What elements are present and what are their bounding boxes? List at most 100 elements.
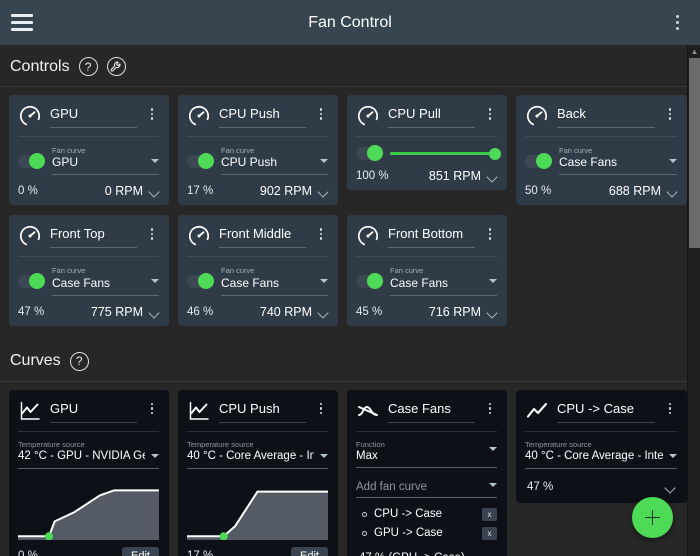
rpm-expander[interactable]: 851 RPM <box>429 169 497 183</box>
fan-curve-select[interactable]: Fan curve Case Fans <box>52 266 159 296</box>
enable-toggle[interactable] <box>187 152 214 169</box>
enable-toggle[interactable] <box>356 145 383 161</box>
function-select[interactable]: Function Max <box>356 432 497 468</box>
control-card[interactable]: Front Middle Fan curve Case Fans 46 % 74… <box>178 215 338 326</box>
chevron-down-icon[interactable] <box>487 309 497 315</box>
chevron-down-icon[interactable] <box>665 484 675 490</box>
card-menu-icon[interactable] <box>663 104 677 120</box>
control-card-wrapper: Back Fan curve Case Fans 50 % 688 RPM <box>507 95 687 215</box>
card-title-wrap: Front Top <box>50 224 137 249</box>
rpm-expander[interactable]: 0 RPM <box>105 184 159 198</box>
rpm-expander[interactable]: 716 RPM <box>429 305 497 319</box>
fan-curve-select[interactable]: Fan curve CPU Push <box>221 146 328 176</box>
card-menu-icon[interactable] <box>314 224 328 241</box>
chevron-down-icon[interactable] <box>487 173 497 179</box>
chevron-down-icon[interactable] <box>149 188 159 194</box>
chevron-down-icon[interactable] <box>318 309 328 315</box>
control-card[interactable]: Front Top Fan curve Case Fans 47 % 775 R… <box>9 215 169 326</box>
chevron-down-icon[interactable] <box>151 453 159 458</box>
chevron-down-icon[interactable] <box>667 188 677 194</box>
edit-button[interactable]: Edit <box>291 546 328 556</box>
scroll-up-arrow-icon[interactable]: ▲ <box>688 45 700 58</box>
line-chart-axes-icon <box>189 401 209 420</box>
toggle-knob <box>198 272 214 289</box>
rpm-expander[interactable]: 688 RPM <box>609 184 677 198</box>
card-menu-icon[interactable] <box>314 104 328 120</box>
curve-card[interactable]: Case Fans Function Max Add fan curve CPU… <box>347 389 507 556</box>
chevron-down-icon[interactable] <box>151 278 159 283</box>
chevron-down-icon[interactable] <box>151 158 159 163</box>
enable-toggle[interactable] <box>18 152 45 169</box>
control-card[interactable]: Front Bottom Fan curve Case Fans 45 % 71… <box>347 215 507 326</box>
add-fan-curve-select[interactable]: Add fan curve <box>356 474 497 498</box>
temperature-source-select[interactable]: Temperature source 42 °C - GPU - NVIDIA … <box>18 432 159 469</box>
rpm-expander[interactable]: 740 RPM <box>260 305 328 319</box>
chevron-down-icon[interactable] <box>318 188 328 194</box>
card-menu-icon[interactable] <box>145 399 159 415</box>
remove-button[interactable]: x <box>482 526 497 540</box>
speed-slider[interactable] <box>390 147 501 160</box>
card-menu-icon[interactable] <box>663 399 677 415</box>
curve-card[interactable]: CPU -> Case Temperature source 40 °C - C… <box>516 389 687 503</box>
chevron-down-icon[interactable] <box>320 158 328 163</box>
curve-card[interactable]: GPU Temperature source 42 °C - GPU - NVI… <box>9 389 169 556</box>
card-title-wrap: Back <box>557 104 655 128</box>
enable-toggle[interactable] <box>525 152 552 169</box>
add-button[interactable] <box>632 497 673 538</box>
hamburger-menu-icon[interactable] <box>0 0 44 45</box>
control-card[interactable]: CPU Push Fan curve CPU Push 17 % 902 RPM <box>178 95 338 206</box>
card-menu-icon[interactable] <box>145 224 159 241</box>
scrollbar-thumb[interactable] <box>689 58 700 248</box>
enable-toggle[interactable] <box>356 272 383 289</box>
chevron-down-icon[interactable] <box>669 453 677 458</box>
temperature-source-select[interactable]: Temperature source 40 °C - Core Average … <box>187 432 328 469</box>
chevron-down-icon[interactable] <box>489 447 497 452</box>
chevron-down-icon[interactable] <box>149 309 159 315</box>
chevron-down-icon[interactable] <box>669 158 677 163</box>
fan-curve-select[interactable]: Fan curve Case Fans <box>390 266 497 296</box>
chevron-down-icon[interactable] <box>320 278 328 283</box>
control-card[interactable]: Back Fan curve Case Fans 50 % 688 RPM <box>516 95 687 206</box>
card-menu-icon[interactable] <box>483 104 497 120</box>
enable-toggle[interactable] <box>187 272 214 289</box>
card-title: CPU -> Case <box>557 401 655 423</box>
edit-button[interactable]: Edit <box>122 546 159 556</box>
card-menu-icon[interactable] <box>145 104 159 120</box>
list-item[interactable]: CPU -> Case x <box>356 505 497 524</box>
card-menu-icon[interactable] <box>483 224 497 241</box>
control-card[interactable]: GPU Fan curve GPU 0 % 0 RPM <box>9 95 169 206</box>
fan-curve-label: Fan curve <box>390 266 424 276</box>
list-item[interactable]: GPU -> Case x <box>356 524 497 543</box>
temperature-source-select[interactable]: Temperature source 40 °C - Core Average … <box>525 432 677 469</box>
enable-toggle[interactable] <box>18 272 45 289</box>
slider-track[interactable] <box>390 147 501 160</box>
remove-button[interactable]: x <box>482 507 497 521</box>
card-menu-icon[interactable] <box>483 399 497 415</box>
card-title: GPU <box>50 106 137 128</box>
curve-percent-row[interactable]: 47 % <box>525 469 677 496</box>
help-circle-icon[interactable] <box>78 57 98 76</box>
fan-curve-select[interactable]: Fan curve Case Fans <box>559 146 677 176</box>
help-circle-icon[interactable] <box>69 351 89 371</box>
card-menu-icon[interactable] <box>314 399 328 415</box>
vertical-scrollbar[interactable]: ▲ <box>687 45 700 556</box>
fan-curve-select[interactable]: Fan curve Case Fans <box>221 266 328 296</box>
gauge-icon <box>525 104 549 128</box>
kebab-menu-icon[interactable] <box>664 0 690 45</box>
slider-knob[interactable] <box>489 147 501 160</box>
curve-graph-area[interactable] <box>187 478 328 540</box>
curve-graph-area[interactable] <box>18 478 159 540</box>
chevron-down-icon[interactable] <box>320 453 328 458</box>
rpm-expander[interactable]: 775 RPM <box>91 305 159 319</box>
control-card[interactable]: CPU Pull 100 % 851 RPM <box>347 95 507 190</box>
chevron-down-icon[interactable] <box>489 483 497 488</box>
line-chart-icon <box>526 402 548 418</box>
chevron-down-icon[interactable] <box>489 278 497 283</box>
kebab-dot <box>488 237 492 241</box>
wrench-circle-icon[interactable] <box>106 57 126 76</box>
gauge-icon <box>356 224 380 248</box>
rpm-expander[interactable]: 902 RPM <box>260 184 328 198</box>
fan-curve-select[interactable]: Fan curve GPU <box>52 146 159 176</box>
kebab-dot <box>319 402 323 406</box>
curve-card[interactable]: CPU Push Temperature source 40 °C - Core… <box>178 389 338 556</box>
